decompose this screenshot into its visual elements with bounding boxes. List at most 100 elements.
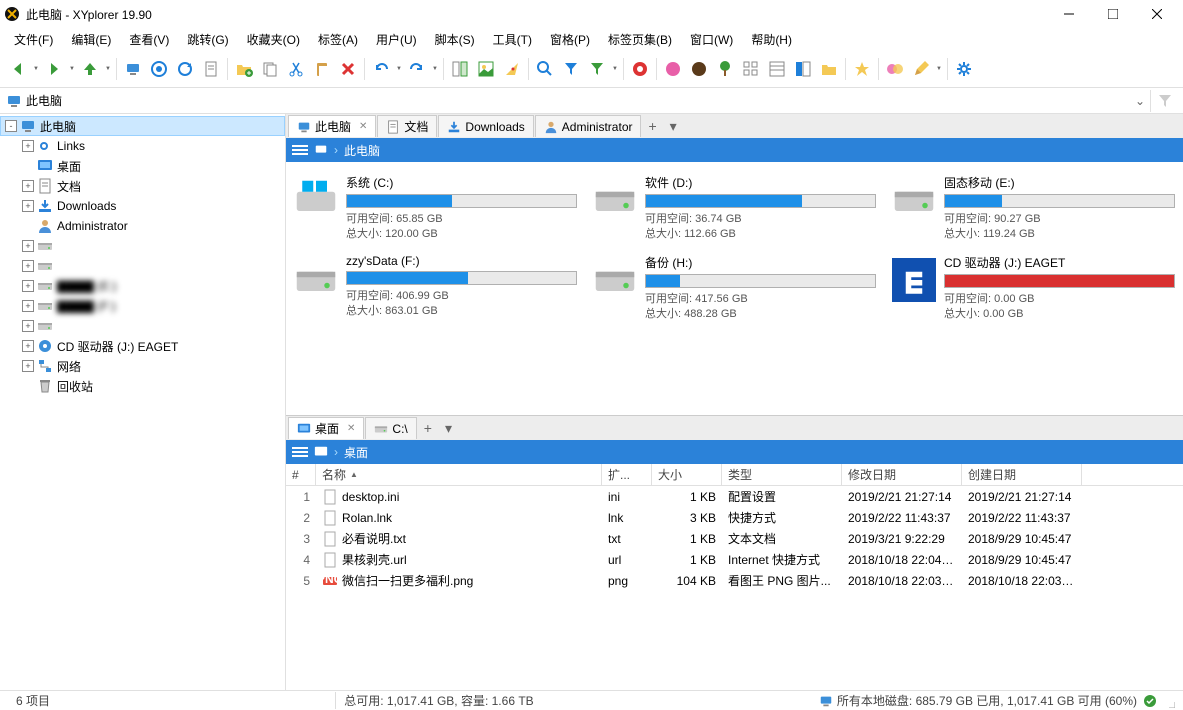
file-row[interactable]: 1 desktop.ini ini 1 KB 配置设置 2019/2/21 21… — [286, 486, 1183, 507]
filter-button[interactable] — [559, 57, 583, 81]
overlap-button[interactable] — [883, 57, 907, 81]
drive-item[interactable]: 备份 (H:) 可用空间: 417.56 GB 总大小: 488.28 GB — [589, 250, 880, 326]
up-button[interactable] — [78, 57, 102, 81]
settings-button[interactable] — [952, 57, 976, 81]
tab-add-button[interactable]: + — [418, 420, 438, 436]
menu-item[interactable]: 工具(T) — [485, 29, 540, 50]
hamburger-icon[interactable] — [292, 447, 308, 457]
file-row[interactable]: 2 Rolan.lnk lnk 3 KB 快捷方式 2019/2/22 11:4… — [286, 507, 1183, 528]
expand-toggle[interactable]: + — [22, 140, 34, 152]
target-button[interactable] — [147, 57, 171, 81]
pencil-button[interactable] — [909, 57, 933, 81]
menu-item[interactable]: 用户(U) — [368, 29, 425, 50]
filter-dropdown[interactable]: ▼ — [611, 57, 619, 81]
expand-toggle[interactable]: + — [22, 280, 34, 292]
column-modified[interactable]: 修改日期 — [842, 464, 962, 485]
menu-item[interactable]: 窗格(P) — [542, 29, 598, 50]
paste-button[interactable] — [310, 57, 334, 81]
expand-toggle[interactable]: + — [22, 180, 34, 192]
file-row[interactable]: 3 必看说明.txt txt 1 KB 文本文档 2019/3/21 9:22:… — [286, 528, 1183, 549]
back-button[interactable] — [6, 57, 30, 81]
tree-node[interactable]: +▇▇▇▇ (F:) — [0, 296, 285, 316]
tree-node[interactable]: +Downloads — [0, 196, 285, 216]
tree-node[interactable]: Administrator — [0, 216, 285, 236]
menu-item[interactable]: 标签(A) — [310, 29, 366, 50]
tree-node[interactable]: +CD 驱动器 (J:) EAGET — [0, 336, 285, 356]
view-details-button[interactable] — [765, 57, 789, 81]
view-icons-button[interactable] — [739, 57, 763, 81]
tree-node[interactable]: +▇▇▇▇ (E:) — [0, 276, 285, 296]
address-dropdown[interactable]: ⌄ — [1132, 94, 1148, 108]
tab[interactable]: 文档 — [377, 115, 437, 137]
menu-item[interactable]: 收藏夹(O) — [239, 29, 308, 50]
expand-toggle[interactable]: + — [22, 340, 34, 352]
back-dropdown[interactable]: ▼ — [32, 57, 40, 81]
file-row[interactable]: 4 果核剥壳.url url 1 KB Internet 快捷方式 2018/1… — [286, 549, 1183, 570]
view-list-button[interactable] — [791, 57, 815, 81]
tree-icon-button[interactable] — [713, 57, 737, 81]
filter-green-button[interactable] — [585, 57, 609, 81]
drives-view[interactable]: 系统 (C:) 可用空间: 65.85 GB 总大小: 120.00 GB 软件… — [286, 162, 1183, 415]
star-button[interactable] — [850, 57, 874, 81]
drive-item[interactable]: 软件 (D:) 可用空间: 36.74 GB 总大小: 112.66 GB — [589, 170, 880, 246]
file-row[interactable]: 5 微信扫一扫更多福利.png png 104 KB 看图王 PNG 图片...… — [286, 570, 1183, 591]
copy-button[interactable] — [258, 57, 282, 81]
close-button[interactable] — [1135, 0, 1179, 28]
tab-close-icon[interactable]: ✕ — [359, 121, 367, 132]
tree-node[interactable]: 桌面 — [0, 156, 285, 176]
tree-node[interactable]: +网络 — [0, 356, 285, 376]
folder-open-button[interactable] — [232, 57, 256, 81]
tab[interactable]: 此电脑✕ — [288, 115, 376, 137]
up-dropdown[interactable]: ▼ — [104, 57, 112, 81]
check-icon[interactable] — [1143, 694, 1157, 708]
color-dark-button[interactable] — [687, 57, 711, 81]
pencil-dropdown[interactable]: ▼ — [935, 57, 943, 81]
filter-toolbar-button[interactable] — [1153, 89, 1177, 113]
pizza-button[interactable] — [500, 57, 524, 81]
column-name[interactable]: 名称▲ — [316, 464, 602, 485]
drive-item[interactable]: 系统 (C:) 可用空间: 65.85 GB 总大小: 120.00 GB — [290, 170, 581, 246]
tree-node[interactable]: -此电脑 — [0, 116, 285, 136]
tab[interactable]: C:\ — [365, 417, 416, 439]
undo-button[interactable] — [369, 57, 393, 81]
menu-item[interactable]: 文件(F) — [6, 29, 61, 50]
view-folder-button[interactable] — [817, 57, 841, 81]
expand-toggle[interactable]: - — [5, 120, 17, 132]
tree-node[interactable]: 回收站 — [0, 376, 285, 396]
expand-toggle[interactable]: + — [22, 360, 34, 372]
grip-icon[interactable] — [1161, 694, 1175, 708]
undo-dropdown[interactable]: ▼ — [395, 57, 403, 81]
minimize-button[interactable] — [1047, 0, 1091, 28]
color-pink-button[interactable] — [661, 57, 685, 81]
column-type[interactable]: 类型 — [722, 464, 842, 485]
tree-node[interactable]: +Links — [0, 136, 285, 156]
expand-toggle[interactable]: + — [22, 200, 34, 212]
expand-toggle[interactable]: + — [22, 240, 34, 252]
tab[interactable]: Administrator — [535, 115, 642, 137]
expand-toggle[interactable]: + — [22, 320, 34, 332]
folder-tree[interactable]: -此电脑+Links桌面+文档+DownloadsAdministrator++… — [0, 114, 286, 690]
drive-item[interactable]: zzy'sData (F:) 可用空间: 406.99 GB 总大小: 863.… — [290, 250, 581, 326]
cut-button[interactable] — [284, 57, 308, 81]
forward-button[interactable] — [42, 57, 66, 81]
drive-item[interactable]: CD 驱动器 (J:) EAGET 可用空间: 0.00 GB 总大小: 0.0… — [888, 250, 1179, 326]
delete-button[interactable] — [336, 57, 360, 81]
forward-dropdown[interactable]: ▼ — [68, 57, 76, 81]
tag-red-button[interactable] — [628, 57, 652, 81]
preview-button[interactable] — [474, 57, 498, 81]
column-created[interactable]: 创建日期 — [962, 464, 1082, 485]
menu-item[interactable]: 标签页集(B) — [600, 29, 680, 50]
refresh-button[interactable] — [173, 57, 197, 81]
menu-item[interactable]: 脚本(S) — [427, 29, 483, 50]
tab[interactable]: Downloads — [438, 115, 533, 137]
column-ext[interactable]: 扩... — [602, 464, 652, 485]
maximize-button[interactable] — [1091, 0, 1135, 28]
expand-toggle[interactable]: + — [22, 300, 34, 312]
bottom-breadcrumb[interactable]: › 桌面 — [286, 440, 1183, 464]
drive-item[interactable]: 固态移动 (E:) 可用空间: 90.27 GB 总大小: 119.24 GB — [888, 170, 1179, 246]
tree-node[interactable]: + — [0, 236, 285, 256]
redo-dropdown[interactable]: ▼ — [431, 57, 439, 81]
hamburger-icon[interactable] — [292, 145, 308, 155]
menu-item[interactable]: 查看(V) — [121, 29, 177, 50]
tab-close-icon[interactable]: ✕ — [347, 423, 355, 434]
